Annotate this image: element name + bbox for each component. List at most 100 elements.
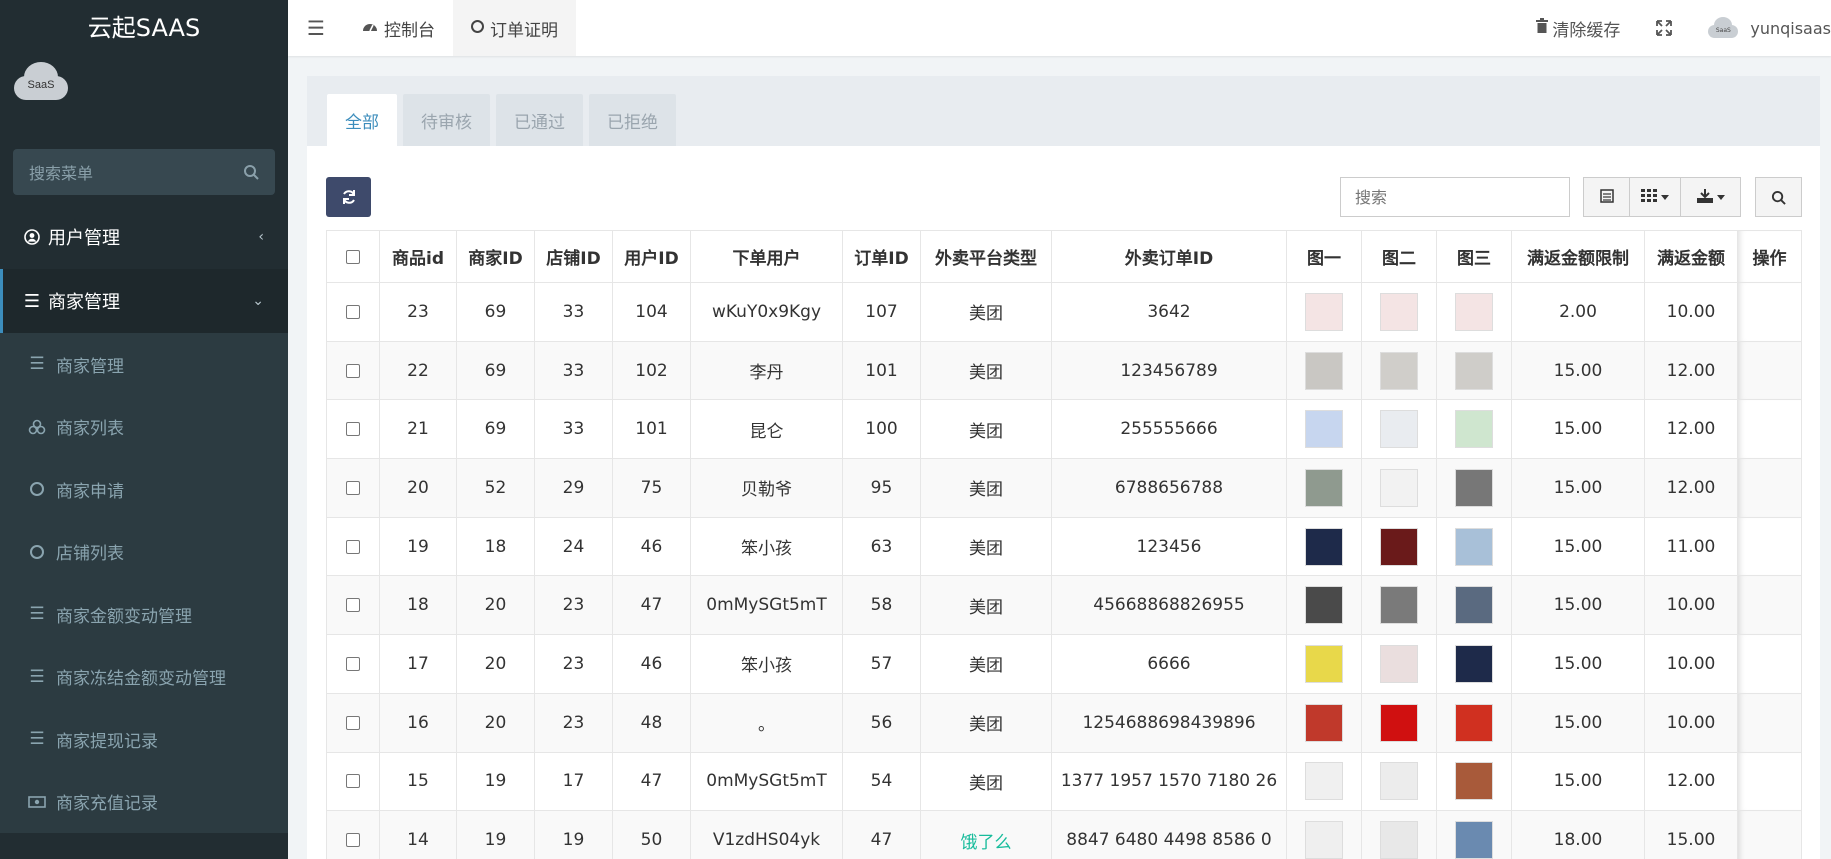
row-checkbox[interactable] [346, 774, 360, 789]
actions-cell [1737, 751, 1802, 812]
search-button[interactable] [1755, 177, 1802, 217]
row-checkbox[interactable] [346, 833, 360, 848]
rebate-amount-cell: 11.00 [1644, 516, 1738, 577]
threshold-cell: 15.00 [1511, 516, 1645, 577]
image-3-thumbnail[interactable] [1455, 586, 1493, 625]
menu-search-input[interactable]: 搜索菜单 [13, 149, 275, 195]
table-row[interactable]: 19 18 24 46 笨小孩 63 美团 123456 15.00 11.00 [326, 516, 1802, 577]
image-2-thumbnail[interactable] [1380, 292, 1418, 331]
sidebar-item-merchant-admin[interactable]: ☰ 商家管理 [0, 333, 288, 396]
column-header[interactable]: 满返金额限制 [1511, 230, 1645, 283]
image-3-thumbnail[interactable] [1455, 527, 1493, 566]
image-2-thumbnail[interactable] [1380, 703, 1418, 742]
sidebar-item-user-management[interactable]: 用户管理 ‹ [0, 205, 288, 269]
image-1-thumbnail[interactable] [1305, 292, 1343, 331]
image-1-thumbnail[interactable] [1305, 351, 1343, 390]
toggle-view-button[interactable] [1583, 177, 1630, 217]
select-all-checkbox[interactable] [346, 249, 360, 264]
sidebar-item-merchant-apply[interactable]: 商家申请 [0, 458, 288, 521]
row-checkbox[interactable] [346, 598, 360, 613]
row-checkbox[interactable] [346, 539, 360, 554]
table-row[interactable]: 15 19 17 47 0mMySGt5mT 54 美团 1377 1957 1570 718… [326, 751, 1802, 812]
sidebar-item-recharges[interactable]: 商家充值记录 [0, 771, 288, 834]
table-row[interactable]: 22 69 33 102 李丹 101 美团 123456789 15.00 12.00 [326, 340, 1802, 401]
sidebar-toggle-icon[interactable]: ☰ [288, 0, 344, 56]
column-header[interactable]: 商品id [379, 230, 457, 283]
image-2-thumbnail[interactable] [1380, 821, 1418, 859]
table-search-input[interactable] [1340, 177, 1570, 217]
tab-dashboard[interactable]: 控制台 [344, 0, 453, 56]
image-1-thumbnail[interactable] [1305, 703, 1343, 742]
image-2-thumbnail[interactable] [1380, 644, 1418, 683]
row-checkbox[interactable] [346, 480, 360, 495]
row-checkbox[interactable] [346, 304, 360, 319]
row-checkbox[interactable] [346, 422, 360, 437]
row-checkbox[interactable] [346, 715, 360, 730]
table-row[interactable]: 18 20 23 47 0mMySGt5mT 58 美团 45668868826955 15.0… [326, 575, 1802, 636]
image-2-thumbnail[interactable] [1380, 527, 1418, 566]
image-2-thumbnail[interactable] [1380, 410, 1418, 449]
image-2-thumbnail[interactable] [1380, 468, 1418, 507]
image-3-thumbnail[interactable] [1455, 821, 1493, 859]
search-icon[interactable] [243, 164, 259, 180]
image-2-thumbnail[interactable] [1380, 586, 1418, 625]
row-checkbox[interactable] [346, 363, 360, 378]
refresh-button[interactable] [326, 177, 371, 217]
image-2-cell [1361, 282, 1437, 342]
image-1-thumbnail[interactable] [1305, 762, 1343, 801]
product-id-cell: 15 [379, 751, 457, 812]
image-3-thumbnail[interactable] [1455, 351, 1493, 390]
column-header[interactable]: 订单ID [842, 230, 921, 283]
table-row[interactable]: 23 69 33 104 wKuY0x9Kgy 107 美团 3642 2.00 10.00 [326, 282, 1802, 342]
tab-approved[interactable]: 已通过 [496, 94, 583, 146]
sidebar-item-store-list[interactable]: 店铺列表 [0, 521, 288, 584]
tab-pending[interactable]: 待审核 [403, 94, 490, 146]
image-2-thumbnail[interactable] [1380, 762, 1418, 801]
fullscreen-icon[interactable] [1638, 20, 1690, 36]
tab-rejected[interactable]: 已拒绝 [589, 94, 676, 146]
image-3-thumbnail[interactable] [1455, 410, 1493, 449]
image-3-thumbnail[interactable] [1455, 644, 1493, 683]
image-3-thumbnail[interactable] [1455, 292, 1493, 331]
column-header[interactable]: 用户ID [612, 230, 691, 283]
image-1-thumbnail[interactable] [1305, 468, 1343, 507]
table-row[interactable]: 21 69 33 101 昆仑 100 美团 255555666 15.00 12.00 [326, 399, 1802, 460]
image-1-thumbnail[interactable] [1305, 821, 1343, 859]
image-2-thumbnail[interactable] [1380, 351, 1418, 390]
column-header[interactable]: 图一 [1286, 230, 1362, 283]
sidebar-item-merchant-list[interactable]: 商家列表 [0, 396, 288, 459]
column-header[interactable]: 外卖平台类型 [920, 230, 1052, 283]
column-header[interactable]: 图三 [1436, 230, 1512, 283]
image-1-thumbnail[interactable] [1305, 410, 1343, 449]
avatar[interactable]: SaaS [14, 62, 68, 102]
column-header[interactable]: 满返金额 [1644, 230, 1738, 283]
table-row[interactable]: 16 20 23 48。 56 美团 1254688698439896 15.00 10.00 [326, 692, 1802, 753]
columns-button[interactable] [1629, 177, 1681, 217]
sidebar-item-balance-changes[interactable]: ☰ 商家金额变动管理 [0, 583, 288, 646]
user-menu[interactable]: SaaS yunqisaas [1690, 17, 1831, 39]
image-1-thumbnail[interactable] [1305, 586, 1343, 625]
tab-order-proof[interactable]: 订单证明 [453, 0, 576, 56]
column-header[interactable]: 下单用户 [690, 230, 843, 283]
table-row[interactable]: 14 19 19 50 V1zdHS04yk 47 饿了么 8847 6480 4498 85… [326, 810, 1802, 859]
clear-cache-label: 清除缓存 [1552, 20, 1621, 41]
image-3-thumbnail[interactable] [1455, 703, 1493, 742]
column-header[interactable]: 店铺ID [534, 230, 613, 283]
sidebar-item-frozen-balance-changes[interactable]: ☰ 商家冻结金额变动管理 [0, 646, 288, 709]
tab-all[interactable]: 全部 [327, 94, 397, 146]
image-1-thumbnail[interactable] [1305, 644, 1343, 683]
column-header[interactable]: 图二 [1361, 230, 1437, 283]
clear-cache-button[interactable]: 清除缓存 [1518, 16, 1638, 41]
export-button[interactable] [1680, 177, 1741, 217]
image-3-thumbnail[interactable] [1455, 468, 1493, 507]
table-row[interactable]: 20 52 29 75 贝勒爷 95 美团 6788656788 15.00 12.00 [326, 458, 1802, 518]
column-header[interactable]: 商家ID [456, 230, 535, 283]
sidebar-item-merchant-management[interactable]: ☰ 商家管理 ⌄ [0, 269, 288, 333]
image-1-thumbnail[interactable] [1305, 527, 1343, 566]
column-header[interactable]: 外卖订单ID [1051, 230, 1287, 283]
table-row[interactable]: 17 20 23 46 笨小孩 57 美团 6666 15.00 10.00 [326, 634, 1802, 694]
image-3-thumbnail[interactable] [1455, 762, 1493, 801]
sidebar-item-withdrawals[interactable]: ☰ 商家提现记录 [0, 708, 288, 771]
brand-logo[interactable]: 云起SAAS [0, 0, 288, 50]
row-checkbox[interactable] [346, 656, 360, 671]
